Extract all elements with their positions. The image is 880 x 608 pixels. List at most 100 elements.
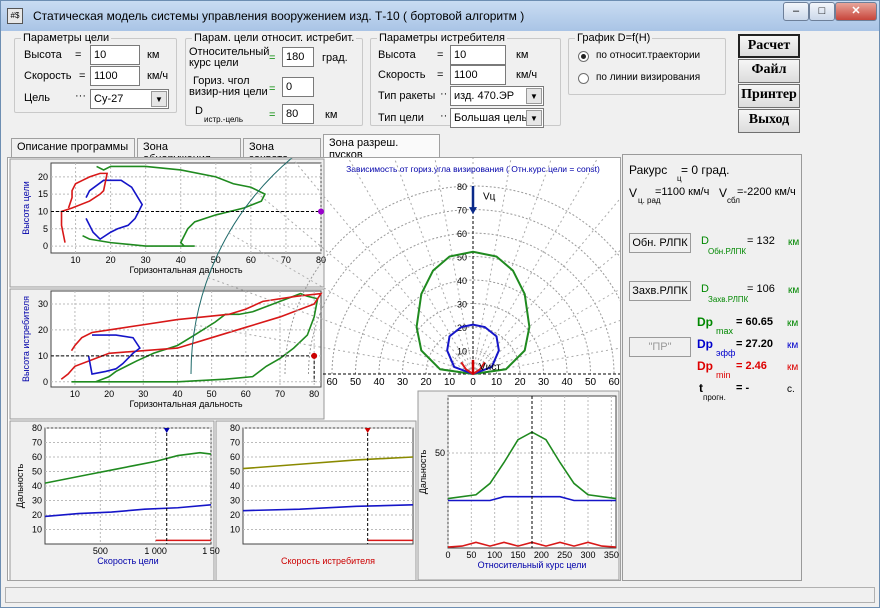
chevron-down-icon: ▼ [526,88,542,104]
d-unit: км [325,109,338,121]
relative-params-title: Парам. цели относит. истребит. [192,32,357,44]
fighter-altitude-unit: км [516,49,529,61]
y-tick-label: 5 [43,224,48,234]
tab-launch-zone[interactable]: Зона разреш. пусков [323,134,440,161]
capture-button[interactable]: Захв.РЛПК [629,281,691,301]
fighter-altitude-input[interactable]: 10 [450,45,506,65]
fighter-speed-input[interactable]: 1100 [450,65,506,85]
detection-sub: Обн.РЛПК [708,247,746,256]
minimize-button[interactable]: – [783,2,809,21]
y-tick-label: 70 [230,438,240,448]
y-tick-label: 60 [230,452,240,462]
printer-button[interactable]: Принтер [738,84,800,108]
fighter-params-title: Параметры истребителя [377,32,507,44]
missile-select-value: изд. 470.ЭР [454,90,515,102]
y-tick-label: 50 [32,467,42,477]
polar-x-tick: 0 [470,377,476,388]
detection-unit: км [788,237,800,248]
missile-label: Тип ракеты [378,90,436,102]
missile-dots: ·· [440,88,448,100]
x-tick-label: 70 [275,389,285,399]
polar-x-tick: 20 [420,377,432,388]
polar-x-tick: 10 [444,377,456,388]
fighter-speed-unit: км/ч [516,69,538,81]
distance-input[interactable]: 80 [282,104,314,124]
window-title: Статическая модель системы управления во… [33,9,525,23]
tab-capture-zone[interactable]: Зона захвата [243,138,321,165]
fighter-speed-eq: = [437,69,444,81]
course-input[interactable]: 180 [282,47,314,67]
target-select[interactable]: Су-27 ▼ [90,89,169,109]
y-tick-label: 50 [230,467,240,477]
target-altitude-label: Высота [24,49,62,61]
polar-spoke [472,158,599,375]
fighter-params-group: Параметры истребителя Высота = 10 км Ско… [370,32,561,128]
radio-relative-trajectory-label: по относит.траектории [596,50,701,61]
target-select-value: Су-27 [94,93,124,105]
pr-button[interactable]: "ПР" [629,337,691,357]
v-closing-label: V [719,186,728,200]
x-tick-label: 10 [70,389,80,399]
t-value: = - [736,382,750,394]
x-tick-label: 500 [93,546,108,556]
target-altitude-unit: км [147,49,160,61]
polar-spoke [472,288,620,375]
y-axis-label: Дальность [418,450,428,495]
x-axis-label: Горизонтальная дальность [129,399,242,409]
polar-r-tick: 10 [457,347,467,357]
capture-value: = 106 [747,283,775,295]
dpeff-unit: км [787,340,799,351]
detection-button[interactable]: Обн. РЛПК [629,233,691,253]
title-bar: #$ Статическая модель системы управления… [1,1,879,31]
x-tick-label: 1 000 [144,546,167,556]
tab-program-description[interactable]: Описание программы [11,138,135,157]
exit-button[interactable]: Выход [738,109,800,133]
x-axis-label: Скорость цели [97,556,158,566]
y-tick-label: 20 [38,325,48,335]
file-button[interactable]: Файл [738,59,800,83]
missile-select[interactable]: изд. 470.ЭР ▼ [450,86,544,106]
maximize-button[interactable]: □ [809,2,835,21]
x-tick-label: 60 [246,255,256,265]
y-tick-label: 0 [43,241,48,251]
x-tick-label: 60 [241,389,251,399]
target-altitude-input[interactable]: 10 [90,45,140,65]
y-axis-label: Высота истребителя [21,296,31,382]
dpmin-value: = 2.46 [736,360,767,372]
y-tick-label: 30 [32,496,42,506]
x-tick-label: 0 [445,550,450,560]
x-tick-label: 1 50 [202,546,220,556]
y-tick-label: 40 [32,481,42,491]
v-closing-value: =-2200 км/ч [737,186,796,198]
graph-options-title: График D=f(H) [575,32,653,44]
tab-panel: 10 20 30 40 50 60 70 80 0 5 10 15 20 Горизонтальная д… [7,157,621,581]
polar-spoke [472,158,553,375]
polar-x-tick: 40 [561,377,573,388]
polar-x-tick: 50 [585,377,597,388]
calculate-button[interactable]: Расчет [738,34,800,58]
polar-x-tick: 30 [538,377,550,388]
y-tick-label: 10 [230,525,240,535]
angle-label-2: визир-ния цели [189,86,268,98]
v-target-label: V [629,186,638,200]
close-button[interactable]: ✕ [835,2,877,21]
detection-value: = 132 [747,235,775,247]
y-tick-label: 15 [38,189,48,199]
y-axis-label: Высота цели [21,181,31,234]
y-tick-label: 30 [38,299,48,309]
polar-r-tick: 30 [457,300,467,310]
target-class-select[interactable]: Большая цель ▼ [450,108,544,128]
tab-detection-zone[interactable]: Зона обнаружения [137,138,241,165]
t-unit: с. [787,384,795,395]
x-tick-label: 80 [316,255,326,265]
relative-params-group: Парам. цели относит. истребит. Относител… [185,32,363,126]
radio-sight-line[interactable] [578,73,589,84]
angle-input[interactable]: 0 [282,77,314,97]
x-tick-label: 30 [141,255,151,265]
radio-relative-trajectory[interactable] [578,51,589,62]
y-tick-label: 80 [32,423,42,433]
polar-x-tick: 60 [608,377,620,388]
target-speed-input[interactable]: 1100 [90,66,140,86]
target-velocity-arrowhead [469,207,477,215]
y-tick-label: 10 [38,206,48,216]
